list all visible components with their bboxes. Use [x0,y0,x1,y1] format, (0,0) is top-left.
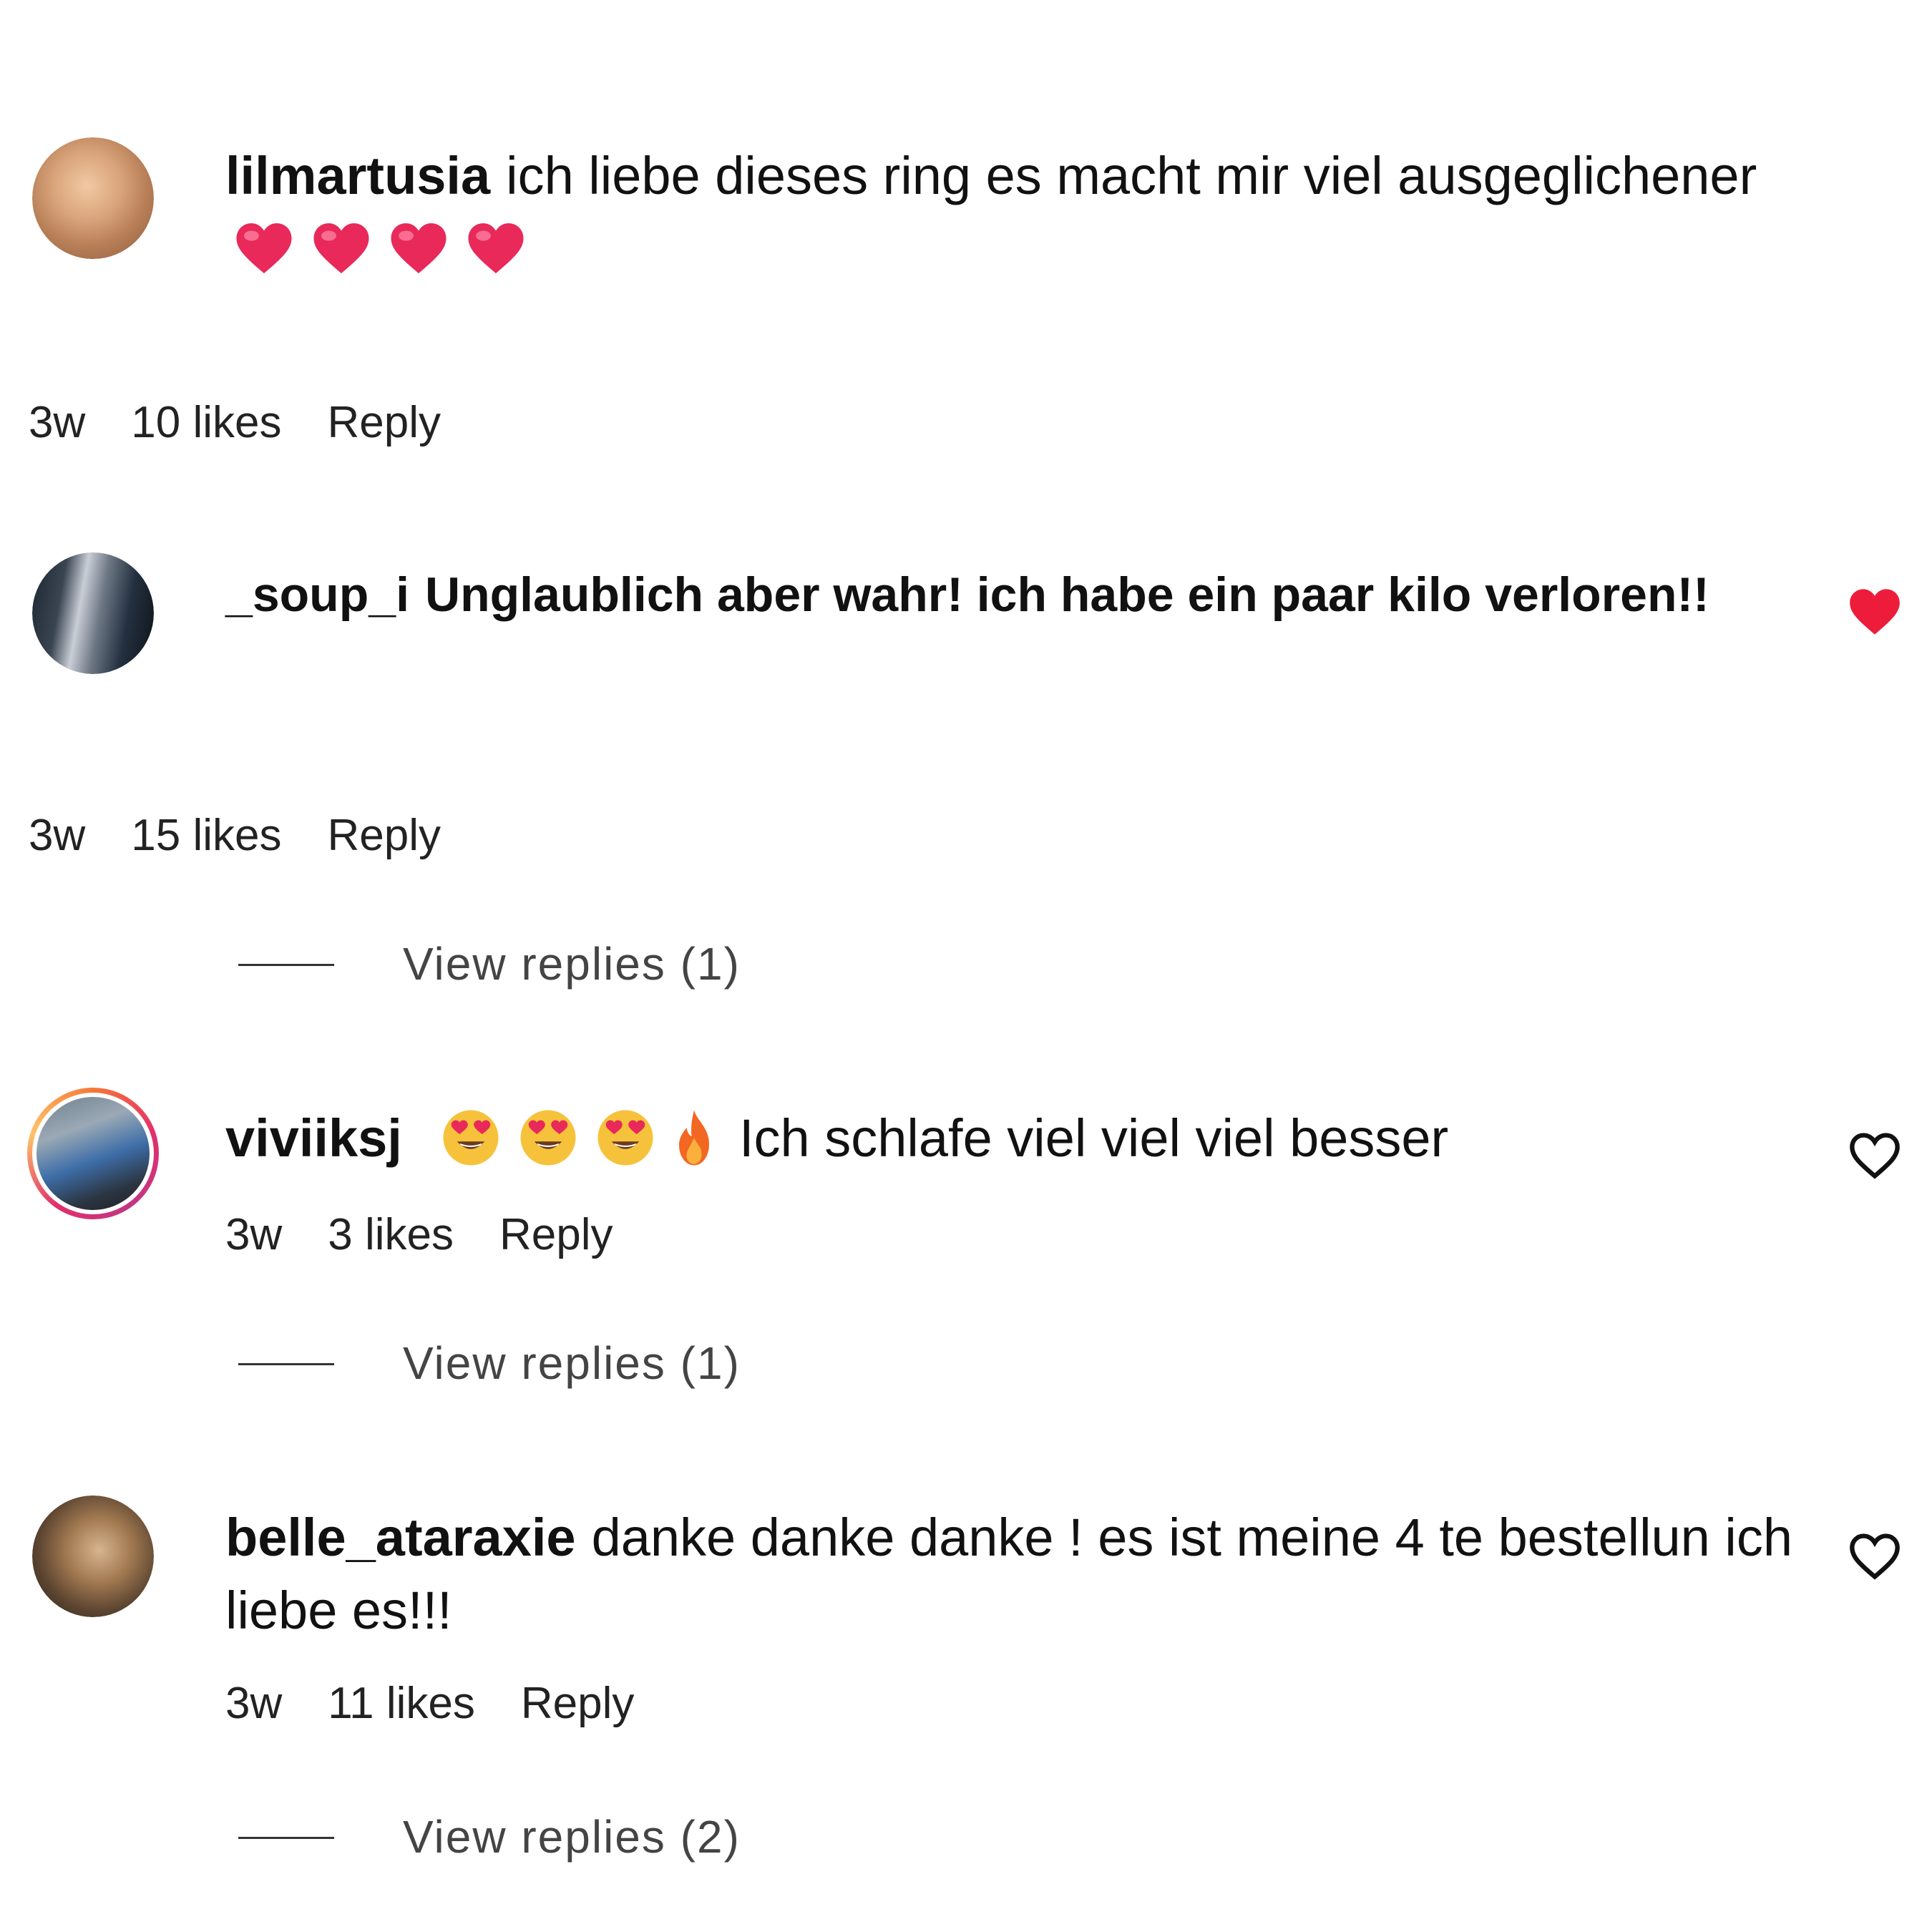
view-replies-label[interactable]: View replies (2) [403,1811,741,1863]
comment-body: lilmartusia ich liebe dieses ring es mach… [225,140,1800,286]
emoji-group [432,1108,739,1168]
view-replies-button[interactable]: View replies (1) [238,1337,741,1390]
comment-time: 3w [29,398,86,447]
comment-meta: 3w 15 likes Reply [29,810,487,861]
comment-meta: 3w 10 likes Reply [29,397,487,448]
replies-divider [238,963,334,966]
view-replies-label[interactable]: View replies (1) [403,1337,741,1389]
reply-button[interactable]: Reply [521,1679,635,1728]
comment-time: 3w [29,811,86,860]
avatar[interactable] [32,137,154,259]
heart-emoji [391,223,447,274]
comment-username[interactable]: _soup_i [225,567,409,622]
comment-likes[interactable]: 3 likes [328,1210,454,1259]
reply-button[interactable]: Reply [327,811,441,860]
heart-emoji-group [225,219,535,278]
comment-body: viviiksj Ich schlafe viel viel viel bess… [225,1102,1800,1175]
avatar-photo [32,137,154,259]
replies-divider [238,1836,334,1839]
comment-username[interactable]: lilmartusia [225,146,490,205]
comment-likes[interactable]: 10 likes [131,398,281,447]
heart-emoji [236,223,292,274]
heart-eyes-emoji [520,1110,576,1166]
avatar [32,1093,154,1214]
view-replies-button[interactable]: View replies (2) [238,1810,741,1863]
comment-text: ich liebe dieses ring es macht mir viel … [506,146,1757,205]
avatar[interactable] [32,552,154,674]
comment-likes[interactable]: 15 likes [131,811,281,860]
comment-time: 3w [225,1210,283,1259]
heart-eyes-emoji [597,1110,653,1166]
heart-outline-icon[interactable] [1848,1131,1902,1181]
avatar-story-ring[interactable] [27,1088,159,1219]
comment-body: _soup_i Unglaublich aber wahr! ich habe e… [225,558,1800,631]
comment-time: 3w [225,1679,283,1728]
reply-button[interactable]: Reply [499,1210,613,1259]
heart-outline-icon[interactable] [1848,1531,1902,1581]
replies-divider [238,1362,334,1365]
view-replies-button[interactable]: View replies (1) [238,937,741,990]
avatar-photo [32,1496,154,1617]
avatar[interactable] [32,1496,154,1617]
comment-body: belle_ataraxie danke danke danke ! es ist… [225,1501,1821,1647]
avatar-photo [32,552,154,674]
view-replies-label[interactable]: View replies (1) [403,938,741,990]
fire-emoji [679,1110,710,1166]
reply-button[interactable]: Reply [327,398,441,447]
comment-text: Ich schlafe viel viel viel besser [738,1108,1449,1168]
comment-meta: 3w 11 likes Reply [225,1678,680,1729]
heart-filled-icon[interactable] [1848,587,1902,637]
heart-eyes-emoji [443,1110,499,1166]
comment-meta: 3w 3 likes Reply [225,1209,659,1260]
comment-text: Unglaublich aber wahr! ich habe ein paar… [424,567,1709,622]
comment-username[interactable]: viviiksj [225,1108,402,1168]
comment-likes[interactable]: 11 likes [328,1679,475,1728]
comment-username[interactable]: belle_ataraxie [225,1508,576,1567]
avatar-photo [36,1097,150,1210]
heart-emoji [313,223,369,274]
heart-emoji [468,223,524,274]
comment-list: lilmartusia ich liebe dieses ring es mach… [0,0,1932,1932]
